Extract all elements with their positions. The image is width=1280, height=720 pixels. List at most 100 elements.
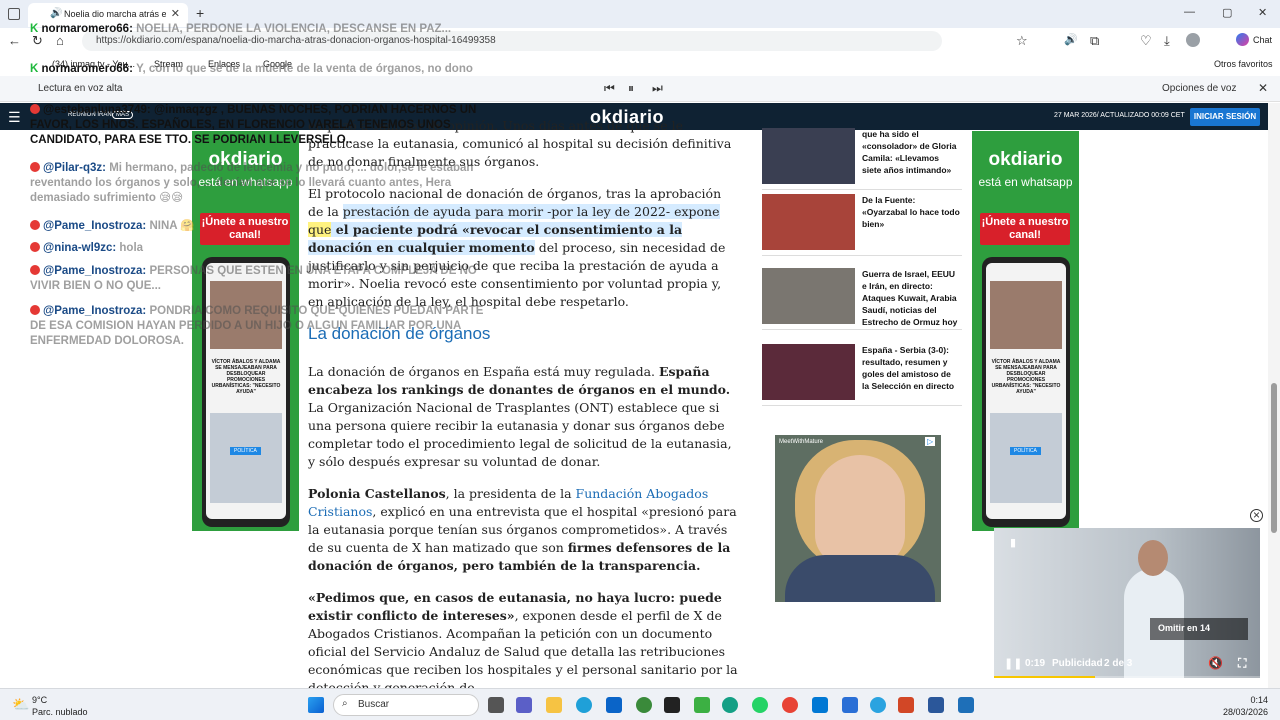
stats-icon[interactable]: ▮: [1010, 536, 1016, 549]
news-item[interactable]: que ha sido el «consolador» de Gloria Ca…: [762, 124, 962, 190]
chat-label[interactable]: Chat: [1253, 35, 1272, 45]
pause-icon[interactable]: ⏸: [628, 81, 634, 96]
word-icon[interactable]: [928, 697, 944, 713]
voice-options[interactable]: Opciones de voz: [1162, 83, 1237, 94]
close-read-aloud-icon[interactable]: ✕: [1258, 81, 1268, 95]
news-item[interactable]: España - Serbia (3-0): resultado, resume…: [762, 340, 962, 406]
news-title[interactable]: De la Fuente: «Oyarzabal lo hace todo bi…: [862, 194, 960, 230]
news-item[interactable]: Guerra de Israel, EEUU e Irán, en direct…: [762, 264, 962, 330]
news-item[interactable]: De la Fuente: «Oyarzabal lo hace todo bi…: [762, 190, 962, 256]
chat-user: @Pame_Inostroza:: [43, 220, 147, 232]
system-clock[interactable]: 0:14 28/03/2026: [1223, 694, 1268, 718]
windows-taskbar: ⛅ 9°C Parc. nublado ⌕ Buscar 0:14 28/03/…: [0, 688, 1280, 720]
whatsapp-icon[interactable]: [752, 697, 768, 713]
ad-info-icon[interactable]: ▷: [925, 437, 936, 446]
telegram-icon[interactable]: [870, 697, 886, 713]
ad-photo-face: [815, 455, 905, 565]
start-icon[interactable]: [308, 697, 324, 713]
news-thumbnail[interactable]: [762, 128, 855, 184]
browser-tab[interactable]: 🔊 Noelia dio marcha atrás en la ✕: [28, 3, 188, 27]
bold-text: Polonia Castellanos: [308, 486, 446, 501]
previous-icon[interactable]: ⏮: [604, 81, 615, 96]
menu-icon[interactable]: ☰: [8, 109, 21, 126]
mute-icon[interactable]: 🔇: [1208, 656, 1223, 670]
app-icon[interactable]: [694, 697, 710, 713]
ad-cta-button[interactable]: ¡Únete a nuestro canal!: [980, 213, 1070, 245]
other-favorites[interactable]: Otros favoritos: [1214, 59, 1273, 69]
section-label[interactable]: REUNIÓN IRÁN: [68, 112, 112, 118]
weather-icon[interactable]: ⛅: [12, 696, 29, 713]
phone-headline: VÍCTOR ÁBALOS Y ALDAMA SE MENSAJEABAN PA…: [211, 359, 281, 395]
video-ad-player[interactable]: ▮ Omitir en 14 ❚❚ 0:19 Publicidad 2 de 3…: [994, 528, 1260, 678]
maximize-icon[interactable]: ▢: [1222, 6, 1232, 19]
edge-icon[interactable]: [576, 697, 592, 713]
close-video-icon[interactable]: ×: [1250, 509, 1263, 522]
display-ad[interactable]: MeetWithMature ▷: [775, 435, 941, 602]
home-icon[interactable]: ⌂: [56, 33, 64, 48]
volume-icon[interactable]: 🔊: [1064, 33, 1078, 46]
chrome-icon[interactable]: [782, 697, 798, 713]
ad-brand: okdiario: [208, 149, 283, 170]
more-button[interactable]: MÁS: [112, 111, 134, 119]
news-title[interactable]: que ha sido el «consolador» de Gloria Ca…: [862, 128, 960, 176]
favorite-item[interactable]: Google: [263, 59, 292, 69]
reload-icon[interactable]: ↻: [32, 33, 43, 49]
left-side-ad[interactable]: okdiario está en whatsapp ¡Únete a nuest…: [192, 131, 299, 531]
edge-active-icon[interactable]: [722, 697, 738, 713]
news-thumbnail[interactable]: [762, 194, 855, 250]
mail-icon[interactable]: [606, 697, 622, 713]
phone-image: VÍCTOR ÁBALOS Y ALDAMA SE MENSAJEABAN PA…: [202, 257, 290, 527]
taskbar-search[interactable]: ⌕ Buscar: [333, 694, 479, 716]
clock-time: 0:14: [1250, 695, 1268, 705]
page-scrollbar[interactable]: [1268, 103, 1280, 688]
close-window-icon[interactable]: ✕: [1258, 6, 1267, 19]
download-icon[interactable]: ⤓: [1164, 33, 1170, 49]
powerpoint-icon[interactable]: [898, 697, 914, 713]
tab-actions-icon[interactable]: [8, 8, 20, 20]
minimize-icon[interactable]: —: [1184, 6, 1195, 18]
extensions-icon[interactable]: ⧉: [1090, 33, 1099, 49]
collections-icon[interactable]: ♡: [1140, 33, 1152, 49]
login-button[interactable]: INICIAR SESIÓN: [1190, 108, 1260, 126]
app-icon[interactable]: [842, 697, 858, 713]
chat-text: hola: [119, 242, 144, 254]
highlighted-text: prestación de ayuda para morir -por la l…: [342, 204, 720, 219]
favorite-item[interactable]: Stream: [154, 59, 183, 69]
teams-icon[interactable]: [516, 697, 532, 713]
audio-icon[interactable]: 🔊: [50, 8, 62, 19]
highlighted-word: que: [308, 222, 332, 237]
video-progress[interactable]: [994, 676, 1260, 678]
scrollbar-thumb[interactable]: [1271, 383, 1277, 533]
news-title[interactable]: Guerra de Israel, EEUU e Irán, en direct…: [862, 268, 960, 328]
read-aloud-bar: Lectura en voz alta ⏮ ⏸ ⏭ Opciones de vo…: [0, 76, 1280, 102]
favorite-item[interactable]: (34) inmaq tv - You...: [52, 59, 135, 69]
right-side-ad[interactable]: okdiario está en whatsapp ¡Únete a nuest…: [972, 131, 1079, 531]
pause-video-icon[interactable]: ❚❚: [1004, 657, 1022, 670]
file-explorer-icon[interactable]: [546, 697, 562, 713]
next-icon[interactable]: ⏭: [652, 81, 663, 96]
app-icon[interactable]: [958, 697, 974, 713]
copilot-icon[interactable]: [1236, 33, 1249, 46]
new-tab-icon[interactable]: +: [196, 5, 204, 21]
article-paragraph: El protocolo nacional de donación de órg…: [308, 185, 740, 311]
app-icon[interactable]: [812, 697, 828, 713]
app-icon[interactable]: [636, 697, 652, 713]
video-progress-fill: [994, 676, 1096, 678]
favorite-item[interactable]: Enlaces: [208, 59, 240, 69]
fullscreen-icon[interactable]: ⛶: [1238, 656, 1246, 671]
news-title[interactable]: España - Serbia (3-0): resultado, resume…: [862, 344, 960, 392]
news-thumbnail[interactable]: [762, 344, 855, 400]
close-tab-icon[interactable]: ✕: [171, 7, 180, 20]
url-field[interactable]: https://okdiario.com/espana/noelia-dio-m…: [82, 31, 942, 51]
back-icon[interactable]: ←: [8, 33, 21, 48]
app-icon[interactable]: [664, 697, 680, 713]
ad-cta-button[interactable]: ¡Únete a nuestro canal!: [200, 213, 290, 245]
profile-avatar[interactable]: [1186, 33, 1200, 47]
task-view-icon[interactable]: [488, 697, 504, 713]
weather-widget[interactable]: 9°C Parc. nublado: [32, 694, 88, 718]
favorite-star-icon[interactable]: ☆: [1016, 33, 1028, 49]
article-paragraph: Polonia Castellanos, la presidenta de la…: [308, 485, 740, 575]
header-date: 27 MAR 2026/ ACTUALIZADO 00:09 CET: [1054, 112, 1185, 119]
skip-ad-button[interactable]: Omitir en 14: [1150, 618, 1248, 640]
news-thumbnail[interactable]: [762, 268, 855, 324]
